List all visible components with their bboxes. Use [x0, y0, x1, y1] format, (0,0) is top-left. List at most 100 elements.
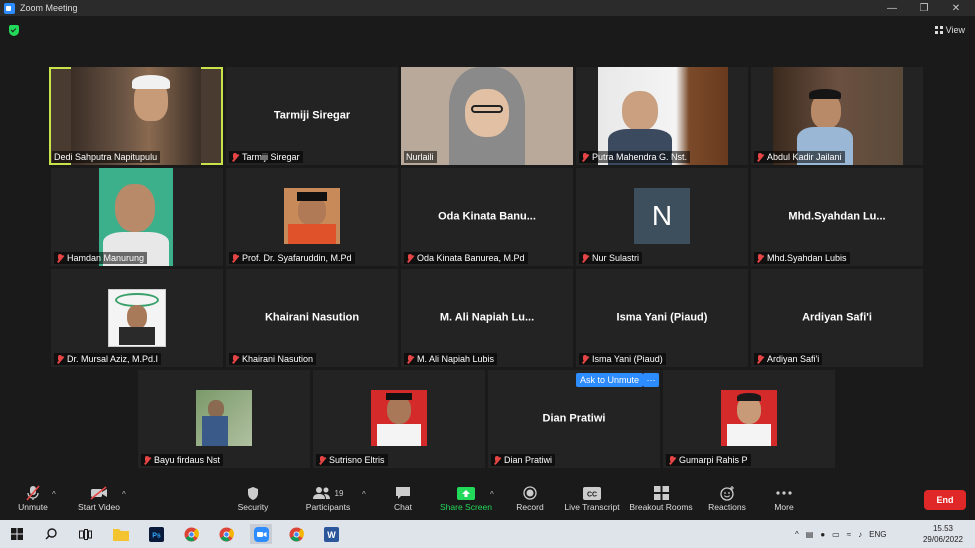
chevron-up-icon[interactable]: ^	[795, 530, 799, 539]
mic-muted-icon	[231, 152, 239, 162]
participant-hair	[737, 393, 761, 401]
end-meeting-button[interactable]: End	[924, 490, 966, 510]
video-tile[interactable]: Hamdan Manurung	[51, 168, 223, 266]
participant-cap	[132, 75, 170, 89]
file-explorer-icon[interactable]	[110, 524, 132, 544]
start-video-button[interactable]: Start Video	[76, 484, 122, 512]
participants-options-caret[interactable]: ^	[362, 490, 366, 499]
video-tile[interactable]: Isma Yani (Piaud) Isma Yani (Piaud)	[576, 269, 748, 367]
zoom-taskbar-icon[interactable]	[250, 524, 272, 544]
participant-shirt	[202, 416, 228, 446]
security-shield-icon[interactable]	[9, 25, 19, 36]
meeting-stage: View Dedi Sahputra Napitupulu Tarmiji Si…	[0, 16, 975, 480]
mic-muted-icon	[318, 455, 326, 465]
participant-face	[387, 396, 411, 424]
participant-name-label: M. Ali Napiah Lubis	[404, 353, 498, 365]
reactions-button[interactable]: Reactions	[706, 484, 748, 512]
audio-options-caret[interactable]: ^	[52, 490, 56, 499]
participant-name-label: Dedi Sahputra Napitupulu	[52, 151, 161, 163]
mic-muted-icon	[231, 253, 239, 263]
participant-name-label: Gumarpi Rahis P	[666, 454, 751, 466]
chrome-icon[interactable]	[180, 524, 202, 544]
share-screen-icon	[457, 484, 475, 502]
mic-muted-icon	[26, 484, 40, 502]
participant-name-label: Nur Sulastri	[579, 252, 643, 264]
participants-icon: 19	[312, 484, 343, 502]
video-tile[interactable]: Nurlaili	[401, 67, 573, 165]
participant-display-name: Mhd.Syahdan Lu...	[788, 210, 886, 223]
share-options-caret[interactable]: ^	[490, 490, 494, 499]
live-transcript-button[interactable]: CC Live Transcript	[562, 484, 622, 512]
participant-name-label: Hamdan Manurung	[54, 252, 148, 264]
more-button[interactable]: More	[768, 484, 800, 512]
participant-name-label: Sutrisno Eltris	[316, 454, 388, 466]
participant-name-label: Dian Pratiwi	[491, 454, 556, 466]
svg-text:W: W	[327, 530, 336, 540]
video-tile[interactable]: M. Ali Napiah Lu... M. Ali Napiah Lubis	[401, 269, 573, 367]
participant-display-name: Khairani Nasution	[264, 311, 360, 324]
minimize-button[interactable]: —	[876, 0, 908, 16]
breakout-rooms-icon	[653, 484, 669, 502]
chrome-icon[interactable]	[285, 524, 307, 544]
unmute-button[interactable]: Unmute	[14, 484, 52, 512]
share-screen-button[interactable]: Share Screen	[440, 484, 492, 512]
mic-muted-icon	[143, 455, 151, 465]
taskbar-clock[interactable]: 15.53 29/06/2022	[923, 523, 963, 545]
battery-icon[interactable]: ▭	[832, 530, 840, 539]
video-tile[interactable]: Dedi Sahputra Napitupulu	[49, 67, 223, 165]
video-tile[interactable]: Oda Kinata Banu... Oda Kinata Banurea, M…	[401, 168, 573, 266]
video-tile[interactable]: Prof. Dr. Syafaruddin, M.Pd	[226, 168, 398, 266]
participant-cap	[386, 393, 412, 400]
security-button[interactable]: Security	[234, 484, 272, 512]
video-tile[interactable]: Abdul Kadir Jailani	[751, 67, 923, 165]
windows-taskbar: Ps W ^ ▤ ● ▭ ≈ ♪ ENG 15.53 29/06/2022	[0, 520, 975, 548]
participant-display-name: Isma Yani (Piaud)	[616, 311, 708, 324]
video-tile[interactable]: Dr. Mursal Aziz, M.Pd.I	[51, 269, 223, 367]
photoshop-icon[interactable]: Ps	[145, 524, 167, 544]
microphone-icon[interactable]: ●	[820, 530, 825, 539]
glasses-icon	[471, 105, 503, 113]
task-view-icon[interactable]	[74, 524, 96, 544]
participant-shirt	[727, 424, 771, 446]
participants-button[interactable]: 19 Participants	[303, 484, 353, 512]
tile-more-options-button[interactable]: ···	[643, 373, 659, 387]
participant-name-label: Ardiyan Safi'i	[754, 353, 823, 365]
search-icon[interactable]	[40, 524, 62, 544]
zoom-app-icon	[4, 2, 15, 14]
network-icon[interactable]: ▤	[806, 530, 814, 539]
participant-name-label: Nurlaili	[404, 151, 437, 163]
chat-icon	[395, 484, 411, 502]
windows-start-icon[interactable]	[6, 524, 28, 544]
mic-muted-icon	[756, 354, 764, 364]
view-button[interactable]: View	[934, 25, 965, 35]
video-tile[interactable]: Mhd.Syahdan Lu... Mhd.Syahdan Lubis	[751, 168, 923, 266]
video-tile[interactable]: Gumarpi Rahis P	[663, 370, 835, 468]
participant-name-label: Putra Mahendra G. Nst.	[579, 151, 691, 163]
record-button[interactable]: Record	[512, 484, 548, 512]
video-tile[interactable]: Putra Mahendra G. Nst.	[576, 67, 748, 165]
close-button[interactable]: ✕	[940, 0, 972, 16]
video-tile[interactable]: Sutrisno Eltris	[313, 370, 485, 468]
video-tile[interactable]: Khairani Nasution Khairani Nasution	[226, 269, 398, 367]
participant-name-label: Tarmiji Siregar	[229, 151, 303, 163]
breakout-rooms-button[interactable]: Breakout Rooms	[628, 484, 694, 512]
video-tile[interactable]: Bayu firdaus Nst	[138, 370, 310, 468]
language-indicator[interactable]: ENG	[869, 530, 886, 539]
word-icon[interactable]: W	[320, 524, 342, 544]
chat-button[interactable]: Chat	[386, 484, 420, 512]
wifi-icon[interactable]: ≈	[847, 530, 851, 539]
window-title: Zoom Meeting	[20, 3, 78, 13]
video-tile[interactable]: Tarmiji Siregar Tarmiji Siregar	[226, 67, 398, 165]
participant-name-label: Dr. Mursal Aziz, M.Pd.I	[54, 353, 162, 365]
ask-to-unmute-button[interactable]: Ask to Unmute	[576, 373, 644, 387]
video-tile[interactable]: N Nur Sulastri	[576, 168, 748, 266]
chrome-icon[interactable]	[215, 524, 237, 544]
restore-button[interactable]: ❐	[908, 0, 940, 16]
participant-display-name: Ardiyan Safi'i	[802, 311, 872, 324]
mic-muted-icon	[756, 253, 764, 263]
video-tile[interactable]: Ardiyan Safi'i Ardiyan Safi'i	[751, 269, 923, 367]
participant-face	[115, 184, 155, 232]
participant-name-label: Khairani Nasution	[229, 353, 317, 365]
volume-icon[interactable]: ♪	[858, 530, 862, 539]
video-options-caret[interactable]: ^	[122, 490, 126, 499]
